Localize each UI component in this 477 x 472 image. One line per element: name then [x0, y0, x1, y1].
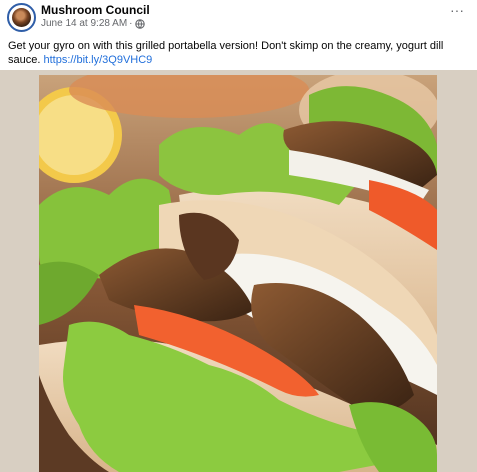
facebook-post: Mushroom Council June 14 at 9:28 AM · ··… [0, 0, 477, 472]
meta-separator: · [129, 18, 133, 29]
caption-link[interactable]: https://bit.ly/3Q9VHC9 [43, 54, 152, 66]
post-photo-grilled-portabella-gyro[interactable] [39, 75, 437, 472]
mushroom-logo-icon [12, 8, 31, 27]
post-timestamp[interactable]: June 14 at 9:28 AM [41, 18, 127, 30]
more-options-icon[interactable]: ··· [448, 3, 466, 19]
page-name-link[interactable]: Mushroom Council [41, 3, 150, 17]
page-avatar[interactable] [7, 3, 36, 32]
globe-icon[interactable] [134, 19, 145, 29]
post-meta: June 14 at 9:28 AM · [41, 18, 145, 30]
post-header: Mushroom Council June 14 at 9:28 AM · ··… [0, 0, 477, 38]
post-caption: Get your gyro on with this grilled porta… [8, 39, 448, 67]
